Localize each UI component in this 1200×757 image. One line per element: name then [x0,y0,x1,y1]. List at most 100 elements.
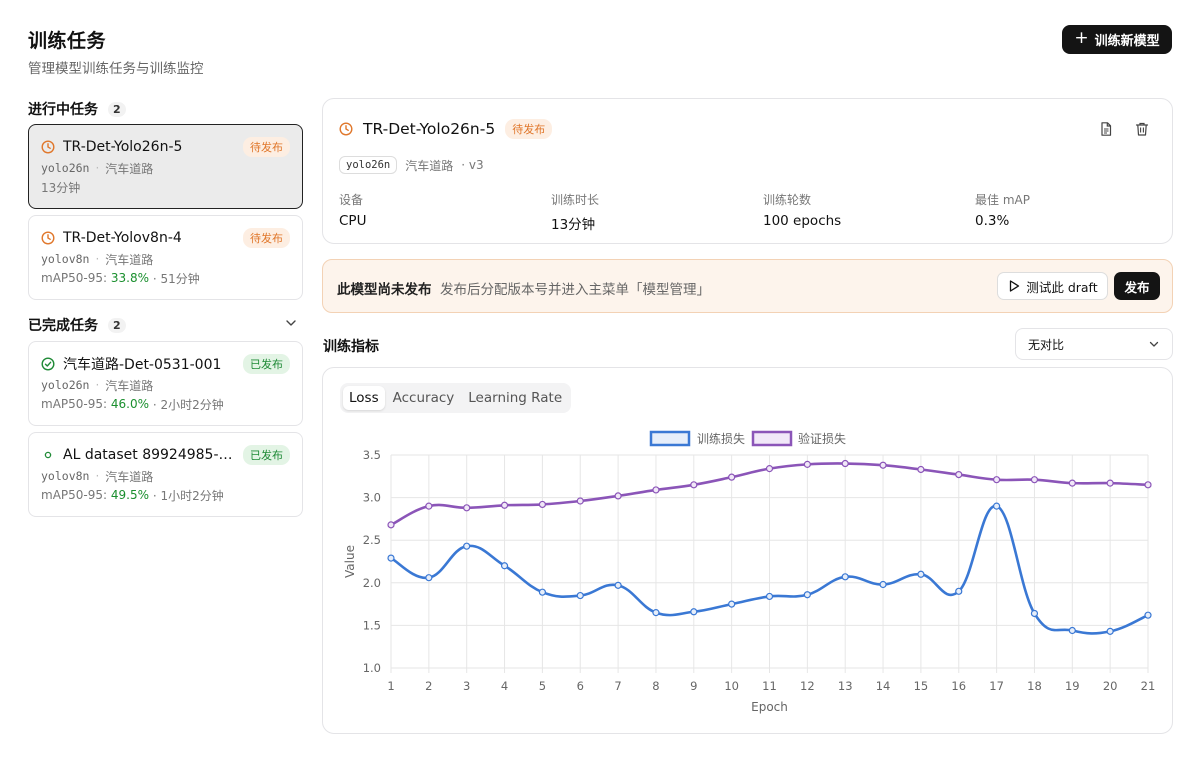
status-badge: 待发布 [243,137,290,157]
data-point [803,460,811,468]
task-model: yolov8n [41,252,90,266]
small-dot-icon [41,448,55,462]
y-tick-label: 2.0 [363,576,381,590]
test-draft-button[interactable]: 测试此 draft [997,272,1108,300]
completed-title: 已完成任务 [28,318,98,334]
stat-value: 100 epochs [763,213,842,229]
task-map-value: 49.5% [110,488,149,502]
legend-swatch [649,430,691,447]
data-point [1030,476,1039,484]
x-tick-label: 6 [577,679,584,693]
publish-button[interactable]: 发布 [1114,272,1160,300]
data-point [500,562,509,570]
x-tick-label: 17 [989,679,1004,693]
task-detail-card: TR-Det-Yolo26n-5 待发布 yolo26n 汽车道路 · v3 设… [322,98,1173,244]
stat-label: 设备 [339,193,364,207]
data-point [1106,627,1114,635]
task-map-value: 33.8% [110,271,149,285]
x-tick-label: 4 [501,679,508,693]
data-point [917,465,925,474]
task-model: yolov8n [41,469,90,483]
data-point [690,608,698,616]
compare-value: 无对比 [1028,337,1065,352]
legend-swatch [751,430,793,447]
stat-duration: 训练时长 13分钟 [551,191,763,233]
compare-select[interactable]: 无对比 [1015,328,1173,360]
data-point [387,521,395,529]
task-card-completed-1[interactable]: 汽车道路-Det-0531-001 已发布 yolo26n · 汽车道路 mAP… [28,341,303,426]
task-card-in-progress-2[interactable]: TR-Det-Yolov8n-4 待发布 yolov8n · 汽车道路 mAP5… [28,215,303,300]
x-tick-label: 10 [724,679,739,693]
new-model-label: 训练新模型 [1094,34,1160,49]
x-tick-label: 13 [838,679,853,693]
detail-dataset: 汽车道路 [405,158,454,173]
task-dataset: 汽车道路 [105,161,154,176]
x-tick-label: 21 [1141,679,1156,693]
y-axis-label: Value [343,545,357,578]
data-point [1030,609,1039,618]
data-point [992,476,1001,484]
plus-icon: + [1074,28,1089,48]
document-icon[interactable] [1098,121,1114,137]
data-point [841,573,849,581]
status-badge: 已发布 [243,445,290,465]
play-icon [1010,280,1020,292]
new-model-button[interactable]: + 训练新模型 [1062,25,1172,54]
x-tick-label: 15 [914,679,929,693]
x-tick-label: 1 [387,679,394,693]
x-tick-label: 20 [1103,679,1118,693]
in-progress-count: 2 [108,101,126,117]
data-point [576,591,584,600]
metrics-chart-card: Loss Accuracy Learning Rate 1.0 1.5 2.0 2.5… [322,367,1173,734]
stat-value: 13分钟 [551,217,596,233]
y-tick-label: 3.5 [363,448,381,462]
data-point [576,497,584,505]
task-card-completed-2[interactable]: AL dataset 89924985-c1f... 已发布 yolov8n ·… [28,432,303,517]
trash-icon[interactable] [1134,121,1150,137]
clock-icon [41,140,55,154]
data-point [425,502,433,510]
task-duration: 13分钟 [41,180,81,195]
check-circle-icon [41,357,55,371]
data-point [879,580,887,589]
stats-grid: 设备 CPU 训练时长 13分钟 训练轮数 100 epochs 最佳 mAP … [339,191,1155,233]
status-badge: 待发布 [243,228,290,248]
data-point [765,465,774,473]
stat-value: CPU [339,213,367,229]
detail-title: TR-Det-Yolo26n-5 [363,120,496,138]
status-badge: 待发布 [505,119,553,139]
stat-label: 训练轮数 [763,193,812,207]
stat-epochs: 训练轮数 100 epochs [763,191,975,233]
stat-label: 训练时长 [551,193,600,207]
metrics-title: 训练指标 [323,339,379,355]
x-tick-label: 5 [539,679,546,693]
data-point [387,554,395,562]
clock-icon [339,122,353,136]
data-point [879,461,887,469]
separator-dot: · [95,252,100,266]
data-point [652,486,660,494]
in-progress-title: 进行中任务 [28,102,98,118]
in-progress-header: 进行中任务 2 [28,99,126,119]
task-name: 汽车道路-Det-0531-001 [63,357,222,373]
banner-description: 发布后分配版本号并进入主菜单「模型管理」 [440,282,710,298]
data-point [463,542,471,550]
y-tick-label: 3.0 [363,491,381,505]
data-point [614,492,622,500]
data-point [955,587,963,595]
clock-icon [41,231,55,245]
data-point [463,504,471,512]
data-point [841,459,849,468]
task-model: yolo26n [41,161,90,175]
task-card-in-progress-1[interactable]: TR-Det-Yolo26n-5 待发布 yolo26n · 汽车道路 13分钟 [28,124,303,209]
data-point [955,470,963,479]
x-tick-label: 19 [1065,679,1080,693]
task-name: AL dataset 89924985-c1f... [63,447,235,463]
chevron-down-icon[interactable] [284,316,298,330]
stat-best-map: 最佳 mAP 0.3% [975,191,1155,233]
task-map-label: mAP50-95: [41,488,108,502]
data-point [500,501,509,509]
page-title: 训练任务 [28,30,107,52]
task-dataset: 汽车道路 [105,469,154,484]
page-subtitle: 管理模型训练任务与训练监控 [28,61,204,77]
